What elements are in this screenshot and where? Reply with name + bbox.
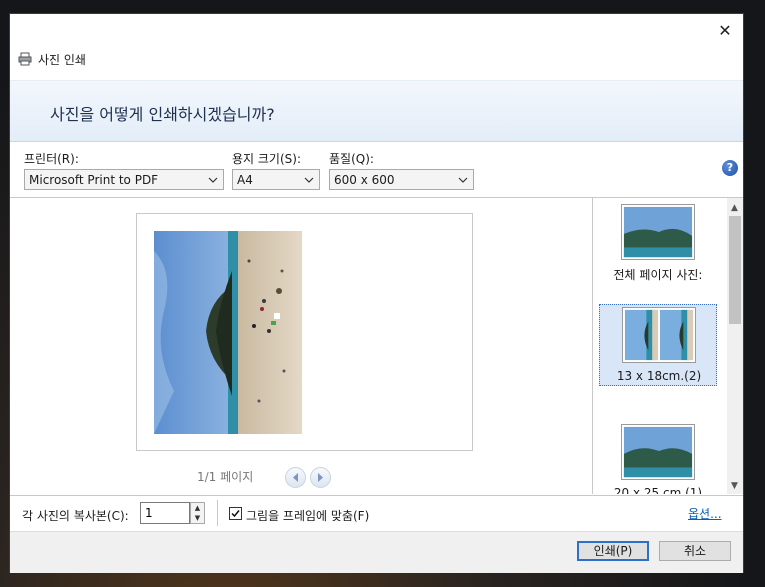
- quality-value: 600 x 600: [334, 173, 395, 187]
- quality-label: 품질(Q):: [329, 152, 374, 166]
- scroll-up-icon[interactable]: ▲: [731, 204, 739, 213]
- photo-preview: [154, 231, 302, 434]
- previous-page-button[interactable]: [285, 467, 306, 488]
- layout-thumbnail: [622, 307, 696, 363]
- layout-label: 전체 페이지 사진:: [613, 268, 703, 282]
- layout-20x25[interactable]: 20 x 25 cm.(1): [599, 412, 717, 494]
- layout-label: 20 x 25 cm.(1): [613, 486, 703, 494]
- layout-label: 13 x 18cm.(2): [616, 369, 702, 383]
- fit-frame-label[interactable]: 그림을 프레임에 맞춤(F): [246, 507, 369, 524]
- print-settings-row: 프린터(R): Microsoft Print to PDF 용지 크기(S):…: [10, 142, 743, 197]
- print-button[interactable]: 인쇄(P): [577, 541, 649, 561]
- next-page-button[interactable]: [310, 467, 331, 488]
- printer-select-value: Microsoft Print to PDF: [29, 173, 159, 187]
- layout-full-page[interactable]: 전체 페이지 사진:: [599, 202, 717, 288]
- scroll-down-icon[interactable]: ▼: [731, 482, 739, 491]
- close-icon: ✕: [718, 21, 732, 40]
- layout-13x18[interactable]: 13 x 18cm.(2): [599, 304, 717, 386]
- help-icon[interactable]: ?: [722, 160, 738, 176]
- cancel-button[interactable]: 취소: [659, 541, 731, 561]
- button-bar: 인쇄(P) 취소: [10, 531, 743, 573]
- close-button[interactable]: ✕: [710, 20, 740, 42]
- printer-icon: [18, 52, 32, 66]
- scroll-thumb[interactable]: [729, 216, 741, 324]
- divider: [217, 500, 218, 526]
- checkmark-icon: [231, 510, 240, 518]
- chevron-down-icon: [458, 177, 468, 183]
- fit-frame-checkbox[interactable]: [229, 507, 242, 520]
- spin-up-icon[interactable]: ▲: [191, 503, 204, 513]
- preview-area: 1/1 페이지: [10, 198, 592, 494]
- arrow-right-icon: [318, 473, 323, 482]
- page-counter: 1/1 페이지: [197, 470, 254, 484]
- printer-label: 프린터(R):: [24, 152, 79, 166]
- chevron-down-icon: [304, 177, 314, 183]
- spin-down-icon[interactable]: ▼: [191, 513, 204, 523]
- copies-spinner[interactable]: ▲ ▼: [190, 502, 205, 524]
- title-bar: 사진 인쇄 ✕: [10, 14, 743, 78]
- copies-input[interactable]: [140, 502, 190, 524]
- layout-scrollbar[interactable]: ▲ ▼: [727, 198, 743, 494]
- print-pictures-dialog: 사진 인쇄 ✕ 사진을 어떻게 인쇄하시겠습니까? 프린터(R): Micros…: [10, 14, 743, 573]
- paper-size-label: 용지 크기(S):: [232, 152, 301, 166]
- quality-select[interactable]: 600 x 600: [329, 169, 474, 190]
- layout-thumbnail: [621, 424, 695, 480]
- options-link[interactable]: 옵션...: [688, 505, 722, 522]
- window-title: 사진 인쇄: [38, 53, 86, 67]
- page-preview: [136, 213, 473, 451]
- copies-row: 각 사진의 복사본(C): ▲ ▼ 그림을 프레임에 맞춤(F) 옵션...: [10, 495, 743, 532]
- paper-size-select[interactable]: A4: [232, 169, 320, 190]
- header-band: 사진을 어떻게 인쇄하시겠습니까?: [10, 80, 743, 142]
- arrow-left-icon: [293, 473, 298, 482]
- chevron-down-icon: [208, 177, 218, 183]
- layout-list: 전체 페이지 사진: 13 x 18cm.(2) 20 x 25 cm.(1): [593, 198, 727, 494]
- printer-select[interactable]: Microsoft Print to PDF: [24, 169, 224, 190]
- copies-label: 각 사진의 복사본(C):: [22, 509, 129, 523]
- paper-size-value: A4: [237, 173, 253, 187]
- layout-thumbnail: [621, 204, 695, 260]
- dialog-heading: 사진을 어떻게 인쇄하시겠습니까?: [50, 105, 275, 124]
